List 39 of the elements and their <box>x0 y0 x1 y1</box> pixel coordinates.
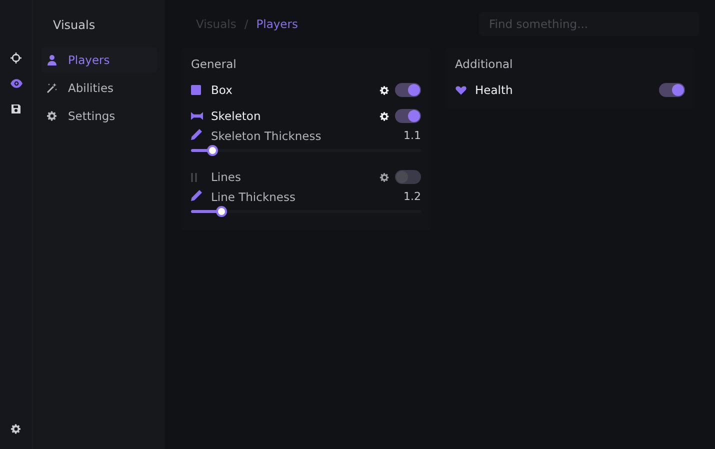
settings-icon <box>46 110 58 122</box>
section-title: Additional <box>455 57 514 71</box>
option-label: Health <box>475 83 514 97</box>
pencil-icon <box>191 129 202 140</box>
breadcrumb-separator: / <box>244 17 248 31</box>
settings-icon[interactable] <box>379 110 390 122</box>
sidebar-item[interactable]: Players <box>41 47 157 73</box>
wand-icon <box>46 82 58 94</box>
section-title: General <box>191 57 238 71</box>
slider-label: Line Thickness <box>211 190 296 204</box>
crosshair-icon[interactable] <box>10 52 22 64</box>
search-field[interactable]: Find something... <box>479 12 699 36</box>
option-label: Box <box>211 83 234 97</box>
breadcrumb-current: Players <box>256 17 298 31</box>
slider-value: 1.2 <box>404 190 421 203</box>
slider-thumb[interactable] <box>206 145 218 156</box>
save-icon[interactable] <box>10 103 22 115</box>
sidebar-item[interactable]: Abilities <box>41 75 157 101</box>
slider-value: 1.1 <box>404 129 421 142</box>
bone-icon <box>191 112 203 120</box>
settings-icon[interactable] <box>10 423 22 435</box>
slider-thumb[interactable] <box>216 206 227 217</box>
pencil-icon <box>191 190 202 201</box>
sidebar-item[interactable]: Settings <box>41 103 157 129</box>
option-label: Skeleton <box>211 109 262 123</box>
slider-label: Skeleton Thickness <box>211 129 322 143</box>
lines-icon <box>191 172 197 182</box>
toggle-switch[interactable] <box>395 83 421 97</box>
settings-icon[interactable] <box>379 84 390 96</box>
sidebar-title: Visuals <box>53 18 96 32</box>
person-icon <box>46 54 58 66</box>
heart-icon <box>455 86 467 94</box>
square-icon <box>191 85 201 95</box>
toggle-switch[interactable] <box>395 109 421 123</box>
toggle-switch[interactable] <box>395 170 421 184</box>
toggle-switch[interactable] <box>659 83 685 97</box>
eye-icon[interactable] <box>10 77 22 90</box>
settings-icon[interactable] <box>379 172 390 182</box>
option-label: Lines <box>211 170 242 184</box>
